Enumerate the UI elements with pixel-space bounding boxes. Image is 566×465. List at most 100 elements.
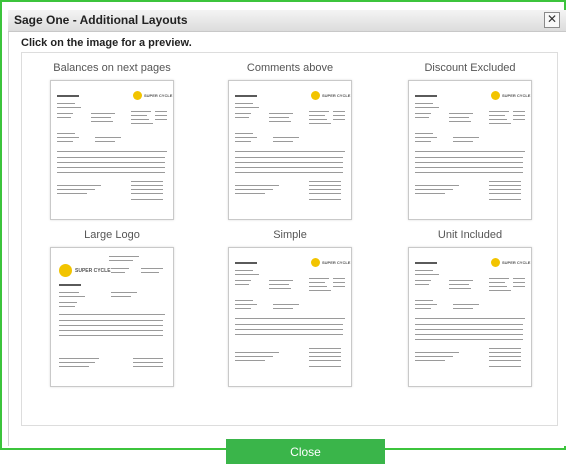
thumbnail-line xyxy=(131,181,163,182)
thumbnail-line xyxy=(415,274,439,275)
thumbnail-line xyxy=(415,318,525,319)
thumbnail-line xyxy=(309,290,331,291)
thumbnail-line xyxy=(415,329,523,330)
layout-option-unit[interactable]: Unit Included SUPER CYCLE xyxy=(400,228,540,387)
layout-thumbnail[interactable]: SUPER CYCLE xyxy=(228,80,352,220)
thumbnail-line xyxy=(449,280,473,281)
thumbnail-line xyxy=(453,304,479,305)
thumbnail-line xyxy=(309,115,325,116)
thumbnail-line xyxy=(309,366,341,367)
thumbnail-line xyxy=(489,366,521,367)
thumbnail-line xyxy=(309,181,341,182)
thumbnail-line xyxy=(235,141,251,142)
layout-thumbnail[interactable]: SUPER CYCLE xyxy=(228,247,352,387)
thumbnail-line xyxy=(333,115,345,116)
thumbnail-line xyxy=(235,167,343,168)
thumbnail-line xyxy=(415,280,431,281)
thumbnail-line xyxy=(235,324,343,325)
layout-thumbnail[interactable]: SUPER CYCLE xyxy=(50,80,174,220)
thumbnail-line xyxy=(269,284,289,285)
thumbnail-line xyxy=(269,288,291,289)
thumbnail-line xyxy=(155,115,167,116)
dialog-panel: Click on the image for a preview. Balanc… xyxy=(8,32,566,464)
thumbnail-line xyxy=(59,306,75,307)
logo-text: SUPER CYCLE xyxy=(322,93,351,98)
thumbnail-line xyxy=(59,314,165,315)
layout-label: Simple xyxy=(273,229,307,241)
layout-thumbnail[interactable]: SUPER CYCLE xyxy=(408,247,532,387)
thumbnail-line xyxy=(273,137,299,138)
thumbnail-line xyxy=(57,117,71,118)
thumbnail-line xyxy=(91,121,113,122)
thumbnail-line xyxy=(235,117,249,118)
thumbnail-line xyxy=(59,284,81,286)
thumbnail-line xyxy=(415,352,459,353)
thumbnail-line xyxy=(489,189,521,190)
thumbnail-line xyxy=(235,360,265,361)
thumbnail-line xyxy=(57,167,165,168)
thumbnail-line xyxy=(57,95,79,97)
thumbnail-line xyxy=(131,111,151,112)
close-icon[interactable]: ✕ xyxy=(544,12,560,28)
thumbnail-line xyxy=(415,339,523,340)
thumbnail-line xyxy=(415,103,433,104)
layout-option-balances[interactable]: Balances on next pages SUPER CYCLE xyxy=(42,61,182,220)
logo-icon xyxy=(491,91,500,100)
thumbnail-line xyxy=(309,352,341,353)
thumbnail-line xyxy=(269,121,291,122)
thumbnail-line xyxy=(333,119,345,120)
thumbnail-line xyxy=(415,162,523,163)
thumbnail-line xyxy=(415,167,523,168)
logo-text: SUPER CYCLE xyxy=(322,260,351,265)
thumbnail-line xyxy=(449,288,471,289)
thumbnail-line xyxy=(489,123,511,124)
layout-option-discount[interactable]: Discount Excluded SUPER CYCLE xyxy=(400,61,540,220)
thumbnail-line xyxy=(57,137,79,138)
thumbnail-line xyxy=(273,304,299,305)
thumbnail-line xyxy=(415,137,437,138)
thumbnail-line xyxy=(513,111,525,112)
thumbnail-line xyxy=(57,189,95,190)
thumbnail-line xyxy=(273,141,293,142)
thumbnail-line xyxy=(235,334,343,335)
thumbnail-line xyxy=(235,274,259,275)
logo-icon xyxy=(59,264,72,277)
thumbnail-line xyxy=(309,189,341,190)
thumbnail-line xyxy=(453,137,479,138)
layout-thumbnail[interactable]: SUPER CYCLE xyxy=(50,247,174,387)
thumbnail-line xyxy=(449,121,471,122)
thumbnail-line xyxy=(235,113,251,114)
thumbnail-line xyxy=(235,137,257,138)
dialog-title: Sage One - Additional Layouts xyxy=(14,13,188,27)
thumbnail-line xyxy=(91,117,111,118)
thumbnail-line xyxy=(309,360,341,361)
thumbnail-line xyxy=(415,172,523,173)
thumbnail-line xyxy=(333,282,345,283)
thumbnail-line xyxy=(59,302,77,303)
thumbnail-line xyxy=(489,286,507,287)
thumbnail-line xyxy=(489,185,521,186)
close-button[interactable]: Close xyxy=(226,439,385,464)
thumbnail-line xyxy=(513,115,525,116)
layout-option-large-logo[interactable]: Large Logo SUPER CYCLE xyxy=(42,228,182,387)
thumbnail-line xyxy=(235,329,343,330)
layout-thumbnail[interactable]: SUPER CYCLE xyxy=(408,80,532,220)
layout-label: Unit Included xyxy=(437,229,503,241)
thumbnail-line xyxy=(489,282,505,283)
layout-option-simple[interactable]: Simple SUPER CYCLE xyxy=(220,228,360,387)
thumbnail-line xyxy=(59,296,85,297)
thumbnail-line xyxy=(453,308,473,309)
thumbnail-line xyxy=(513,282,525,283)
thumbnail-line xyxy=(489,115,505,116)
thumbnail-line xyxy=(141,268,163,269)
thumbnail-line xyxy=(415,157,523,158)
thumbnail-line xyxy=(309,199,341,200)
thumbnail-line xyxy=(513,286,525,287)
thumbnail-line xyxy=(235,308,251,309)
layout-label: Discount Excluded xyxy=(424,62,516,74)
thumbnail-line xyxy=(309,356,341,357)
thumbnail-line xyxy=(415,95,437,97)
layout-option-comments[interactable]: Comments above SUPER CYCLE xyxy=(220,61,360,220)
thumbnail-line xyxy=(415,113,431,114)
thumbnail-line xyxy=(449,117,469,118)
